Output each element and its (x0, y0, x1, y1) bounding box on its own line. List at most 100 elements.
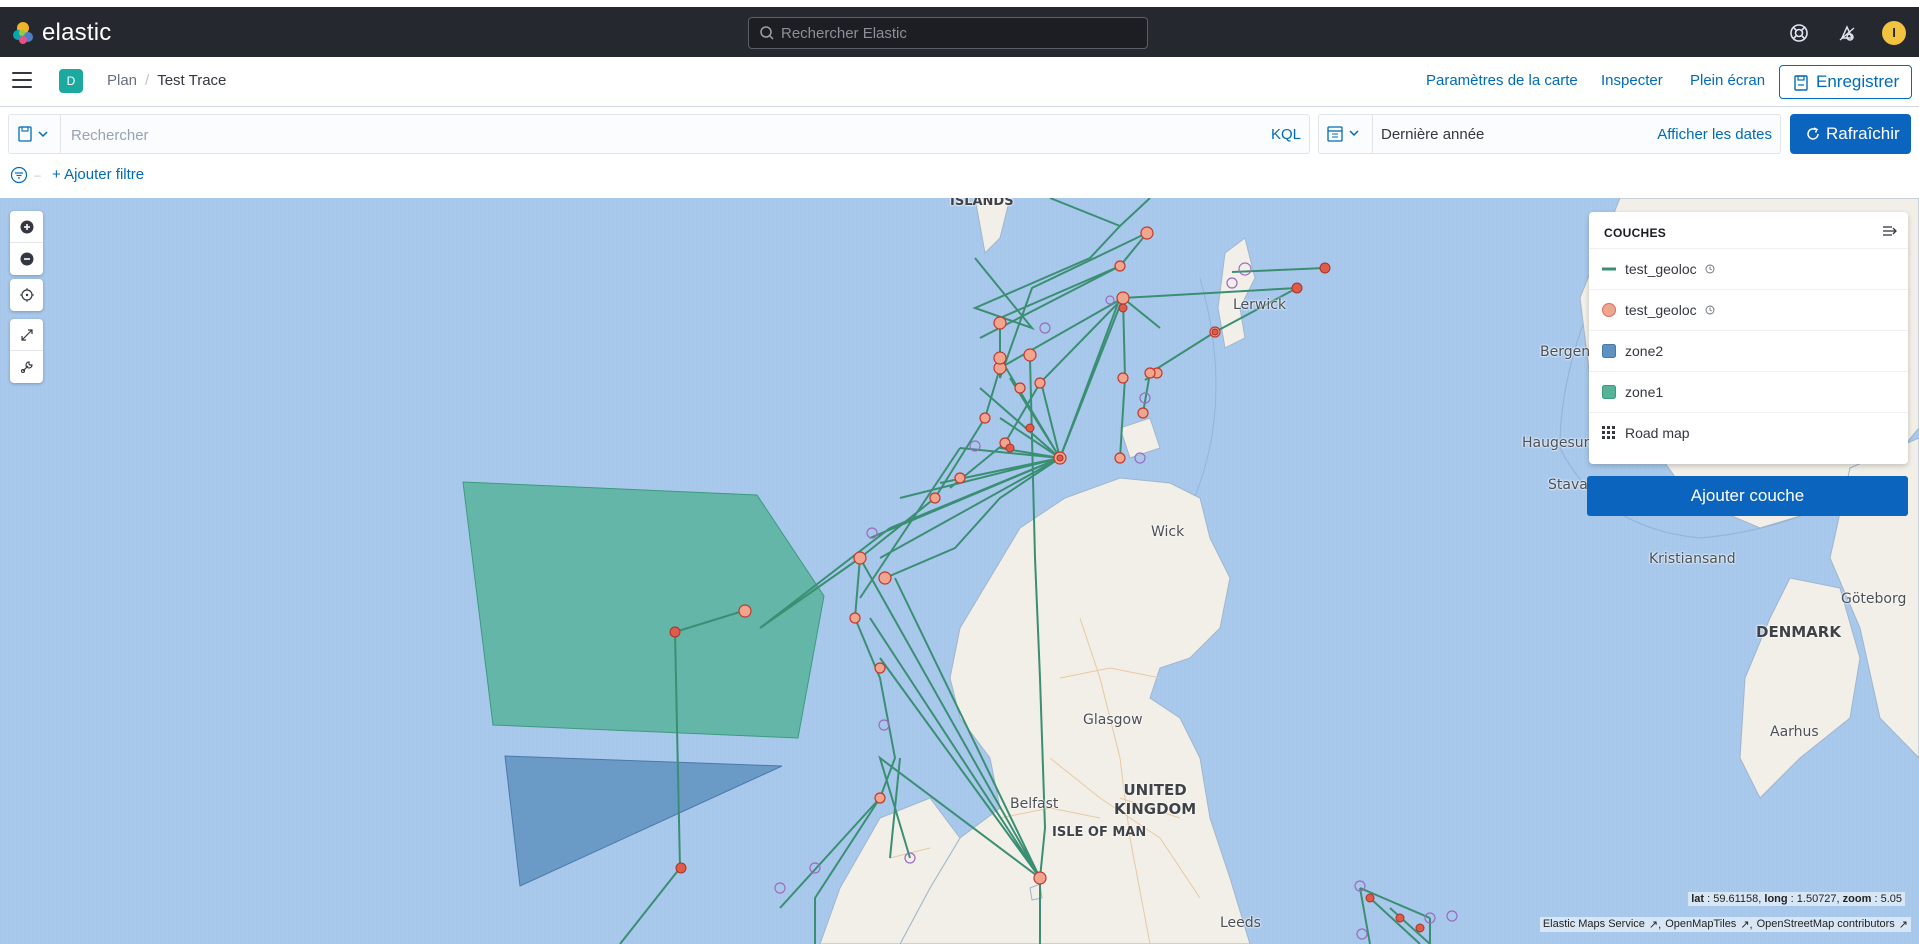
map-label-isle-of-man: ISLE OF MAN (1052, 825, 1147, 840)
fit-to-data-button[interactable] (10, 279, 43, 311)
clock-icon (1705, 305, 1715, 315)
collapse-panel-icon[interactable] (1882, 224, 1898, 238)
clock-icon (1705, 264, 1715, 274)
attribution-ems[interactable]: Elastic Maps Service (1543, 918, 1645, 931)
map-label-glasgow: Glasgow (1083, 712, 1143, 728)
query-placeholder: Rechercher (71, 127, 149, 144)
query-input[interactable]: Rechercher KQL (8, 114, 1310, 154)
brand-name: elastic (42, 19, 112, 46)
map-label-haugesund: Haugesun (1522, 435, 1593, 451)
coords-lat: 59.61158, (1713, 893, 1762, 905)
inspect-link[interactable]: Inspecter (1601, 72, 1663, 89)
expand-button[interactable] (10, 319, 43, 351)
layer-row-zone1[interactable]: zone1 (1589, 371, 1908, 412)
layer-row-test-geoloc-points[interactable]: test_geoloc (1589, 289, 1908, 330)
zoom-in-icon (20, 220, 33, 233)
global-header: elastic Rechercher Elastic I (0, 7, 1919, 57)
filter-icon[interactable] (10, 166, 28, 184)
breadcrumb-parent[interactable]: Plan (107, 72, 137, 89)
elastic-logo-icon (13, 22, 33, 44)
zone1-polygon[interactable] (462, 481, 825, 739)
map-label-lerwick: Lerwick (1233, 297, 1287, 313)
save-button[interactable]: Enregistrer (1779, 65, 1912, 99)
line-icon (1602, 267, 1616, 271)
refresh-icon (1807, 127, 1819, 140)
map-label-leeds: Leeds (1220, 915, 1261, 931)
attribution-osm[interactable]: OpenStreetMap contributors (1757, 918, 1895, 931)
refresh-button[interactable]: Rafraîchir (1790, 114, 1911, 154)
user-avatar[interactable]: I (1882, 21, 1906, 45)
calendar-icon (1327, 126, 1359, 142)
layers-panel: COUCHES test_geoloc test_geoloc zone2 zo… (1589, 212, 1908, 464)
zoom-out-button[interactable] (10, 243, 43, 275)
global-search-placeholder: Rechercher Elastic (781, 24, 907, 42)
kql-toggle[interactable]: KQL (1271, 126, 1301, 143)
newsfeed-icon[interactable] (1836, 22, 1858, 44)
map-label-goteborg: Göteborg (1841, 591, 1907, 607)
date-picker[interactable]: Dernière année Afficher les dates (1318, 114, 1781, 154)
save-label: Enregistrer (1816, 72, 1900, 91)
quick-date-menu-button[interactable] (1319, 115, 1373, 153)
attribution-openmaptiles[interactable]: OpenMapTiles (1665, 918, 1736, 931)
layer-name: test_geoloc (1625, 302, 1697, 318)
date-range-text: Dernière année (1381, 126, 1485, 143)
saved-query-menu-button[interactable] (9, 115, 61, 153)
breadcrumb: Plan / Test Trace (107, 72, 226, 89)
layer-name: Road map (1625, 425, 1690, 441)
show-dates-link[interactable]: Afficher les dates (1657, 126, 1772, 143)
crosshair-icon (19, 288, 34, 302)
layer-row-test-geoloc-lines[interactable]: test_geoloc (1589, 248, 1908, 289)
coords-zoom: 5.05 (1880, 893, 1902, 905)
layer-name: zone2 (1625, 343, 1664, 359)
map-label-belfast: Belfast (1010, 796, 1059, 812)
coords-long-key: long (1764, 893, 1788, 905)
space-avatar[interactable]: D (59, 69, 83, 93)
breadcrumb-separator: / (145, 72, 150, 89)
menu-toggle-button[interactable] (12, 72, 32, 90)
map-canvas[interactable]: ISLANDS Lerwick Bergen Haugesun Stavar W… (0, 198, 1919, 944)
add-layer-button[interactable]: Ajouter couche (1587, 476, 1908, 516)
draw-tools (10, 319, 43, 383)
map-attribution: Elastic Maps Service ↗, OpenMapTiles ↗, Op… (1539, 917, 1911, 932)
mouse-coordinates: lat : 59.61158, long : 1.50727, zoom : 5… (1688, 892, 1905, 906)
search-icon (760, 26, 774, 40)
help-icon[interactable] (1788, 22, 1810, 44)
filter-bar: – + Ajouter filtre (0, 158, 1919, 198)
zoom-in-button[interactable] (10, 211, 43, 243)
fullscreen-link[interactable]: Plein écran (1690, 72, 1765, 89)
refresh-label: Rafraîchir (1826, 124, 1900, 143)
layer-name: test_geoloc (1625, 261, 1697, 277)
coords-zoom-key: zoom (1842, 893, 1872, 905)
layer-name: zone1 (1625, 384, 1664, 400)
map-label-wick: Wick (1151, 524, 1185, 540)
global-search-input[interactable]: Rechercher Elastic (748, 17, 1148, 49)
save-icon (1794, 75, 1808, 91)
zoom-out-icon (20, 252, 33, 266)
coords-lat-key: lat (1691, 893, 1705, 905)
elastic-logo[interactable]: elastic (10, 19, 111, 47)
map-label-united-kingdom: UNITED KINGDOM (1114, 781, 1197, 818)
map-label-denmark: DENMARK (1756, 623, 1841, 641)
app-header: D Plan / Test Trace Paramètres de la car… (0, 57, 1919, 107)
layer-row-road-map[interactable]: Road map (1589, 412, 1908, 453)
query-bar: Rechercher KQL Dernière année Afficher l… (0, 108, 1919, 158)
map-label-aarhus: Aarhus (1770, 724, 1819, 740)
point-icon (1602, 303, 1616, 317)
breadcrumb-current: Test Trace (157, 72, 227, 89)
saved-query-icon (18, 126, 48, 142)
add-filter-link[interactable]: + Ajouter filtre (52, 166, 144, 183)
window-strip (0, 0, 1919, 7)
map-label-kristiansand: Kristiansand (1649, 551, 1736, 567)
map-settings-link[interactable]: Paramètres de la carte (1426, 72, 1578, 89)
polygon-icon (1602, 385, 1616, 399)
map-label-bergen: Bergen (1540, 344, 1591, 360)
zoom-controls (10, 211, 43, 275)
fit-to-data-control (10, 279, 43, 311)
filter-separator: – (34, 168, 41, 182)
tools-button[interactable] (10, 351, 43, 383)
layer-row-zone2[interactable]: zone2 (1589, 330, 1908, 371)
wrench-icon (20, 361, 33, 374)
expand-icon (20, 328, 33, 341)
coords-long: 1.50727, (1796, 893, 1840, 905)
map-label-islands: ISLANDS (950, 198, 1014, 209)
